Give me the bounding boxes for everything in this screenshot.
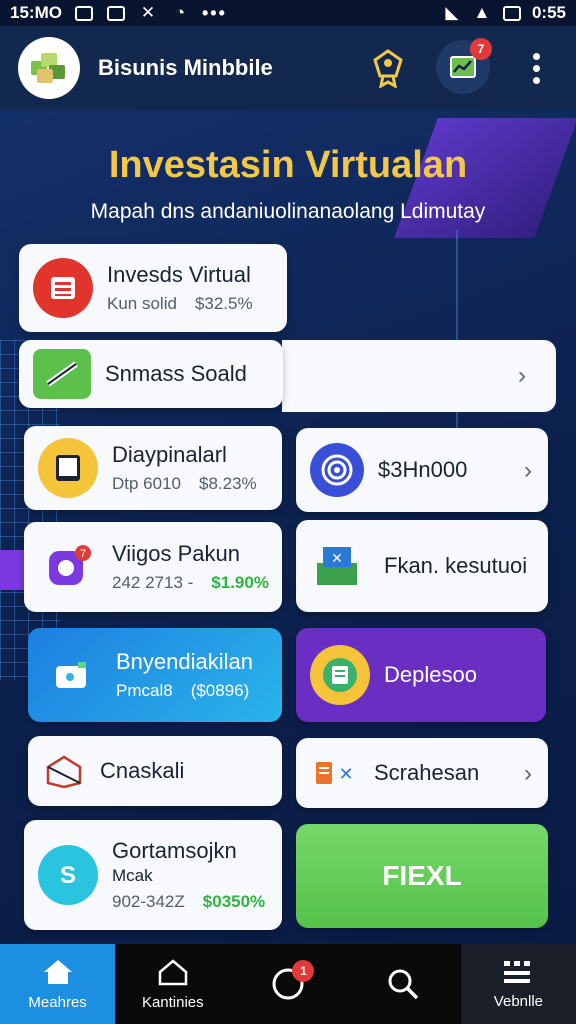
overflow-menu-button[interactable] [520, 48, 552, 88]
card-value: $1.90% [211, 573, 269, 592]
mute-icon: ✕ [140, 3, 156, 22]
signal-icon: ▲ [473, 3, 491, 22]
connector-icon [33, 349, 91, 399]
card-title: Fkan. kesutuoi [384, 553, 528, 578]
nav-badge: 1 [292, 960, 315, 982]
camera-icon [42, 645, 102, 705]
app-header: Bisunis Minbbile 7 [0, 26, 576, 110]
card-smmass[interactable]: Snmass Soald [19, 340, 283, 408]
nav-label: Vebnlle [493, 992, 544, 1010]
card-gortamsojkn[interactable]: S Gortamsojkn Mcak 902-342Z $0350% [24, 820, 282, 930]
card-meta: 902-342Z [112, 892, 185, 911]
card-meta: Pmcal8 [116, 681, 173, 700]
card-title: Deplesoo [384, 662, 477, 687]
card-deplesoo[interactable]: Deplesoo [296, 628, 546, 722]
battery-icon [502, 5, 522, 21]
nav-item-kantinies[interactable]: Kantinies [115, 944, 230, 1024]
button-label: FIEXL [382, 860, 462, 891]
chart-board-icon [450, 56, 476, 78]
tablet-icon [38, 438, 98, 498]
home-icon [43, 959, 72, 984]
card-meta: 242 2713 - [112, 573, 194, 592]
status-clock: 0:55 [531, 3, 566, 22]
card-price[interactable]: $3Hn000 › [296, 428, 548, 512]
card-subtitle: Mcak [112, 866, 153, 885]
status-time: 15:MO [10, 3, 62, 22]
card-scrahesan[interactable]: ✕ Scrahesan › [296, 738, 548, 808]
card-title: Snmass Soald [105, 361, 247, 386]
card-panel-background [282, 340, 556, 412]
wifi-icon: ◣ [445, 3, 459, 22]
hero-decoration-block [0, 550, 26, 590]
hero-subtitle: Mapah dns andaniuolinanaolang Ldimutay [90, 200, 486, 223]
cube-logo-icon [31, 53, 67, 83]
dollar-refresh-icon: S [38, 845, 98, 905]
card-meta: Dtp 6010 [112, 474, 181, 493]
card-title: Viigos Pakun [112, 541, 241, 566]
svg-text:✕: ✕ [338, 764, 353, 784]
notebook-icon: ✕ [310, 743, 360, 803]
card-cnaskali[interactable]: Cnaskali [28, 736, 282, 806]
card-title: Bnyendiakilan [116, 649, 253, 674]
nav-item-search[interactable] [346, 944, 461, 1024]
grid-menu-icon [504, 960, 531, 983]
chevron-right-icon[interactable]: › [518, 362, 526, 390]
app-logo[interactable] [18, 37, 80, 99]
box-icon [42, 741, 86, 801]
card-value: ($0896) [190, 681, 250, 700]
nav-label: Meahres [28, 993, 87, 1011]
app-name: Bisunis Minbbile [98, 55, 273, 80]
card-vigos[interactable]: 7 Viigos Pakun 242 2713 - $1.90% [24, 522, 282, 612]
nav-label: Kantinies [141, 993, 204, 1011]
house-outline-icon [158, 958, 188, 985]
chart-icon [106, 5, 126, 21]
card-title: Diaypinalarl [112, 442, 227, 467]
hero-title: Investasin Virtualan [108, 144, 468, 186]
card-value: $32.5% [194, 294, 253, 313]
stack-icon [33, 258, 93, 318]
more-icon: ••• [201, 2, 227, 23]
portfolio-button[interactable]: 7 [436, 38, 492, 94]
award-button[interactable] [366, 46, 410, 90]
nav-item-home[interactable]: Meahres [0, 944, 116, 1024]
card-invest-virtual[interactable]: Invesds Virtual Kun solid $32.5% [19, 244, 287, 332]
card-title: Scrahesan [374, 760, 480, 785]
search-icon [388, 969, 419, 1000]
card-diaypinalarl[interactable]: Diaypinalarl Dtp 6010 $8.23% [24, 426, 282, 510]
bottom-nav: Meahres Kantinies 1 Vebnlle [0, 944, 576, 1024]
target-icon [310, 443, 364, 497]
chevron-right-icon: › [524, 457, 532, 484]
svg-text:✕: ✕ [331, 550, 343, 566]
notification-icon [74, 5, 94, 21]
card-title: $3Hn000 [378, 457, 468, 482]
card-title: Cnaskali [100, 758, 185, 783]
nav-item-vebnlle[interactable]: Vebnlle [460, 944, 576, 1024]
card-title: Invesds Virtual [107, 262, 251, 287]
card-title: Gortamsojkn [112, 838, 237, 863]
alarm-icon: ◔ [174, 3, 186, 22]
card-fkan[interactable]: ✕ Fkan. kesutuoi [296, 520, 548, 612]
card-meta: Kun solid [107, 294, 177, 313]
card-bnyendiakilan[interactable]: Bnyendiakilan Pmcal8 ($0896) [28, 628, 282, 722]
video-icon: 7 [38, 537, 98, 597]
chevron-right-icon: › [524, 760, 532, 787]
svg-text:S: S [60, 862, 76, 889]
card-value: $0350% [202, 892, 266, 911]
package-icon: ✕ [310, 536, 370, 596]
card-value: $8.23% [199, 474, 257, 493]
document-icon [310, 645, 370, 705]
award-icon [373, 49, 403, 88]
nav-item-activity[interactable]: 1 [230, 944, 345, 1024]
portfolio-badge: 7 [470, 38, 492, 60]
svg-text:7: 7 [80, 548, 86, 560]
status-bar: 15:MO ✕ ◔ ••• ◣ ▲ 0:55 [0, 0, 576, 26]
fiexl-button[interactable]: FIEXL [296, 824, 548, 928]
